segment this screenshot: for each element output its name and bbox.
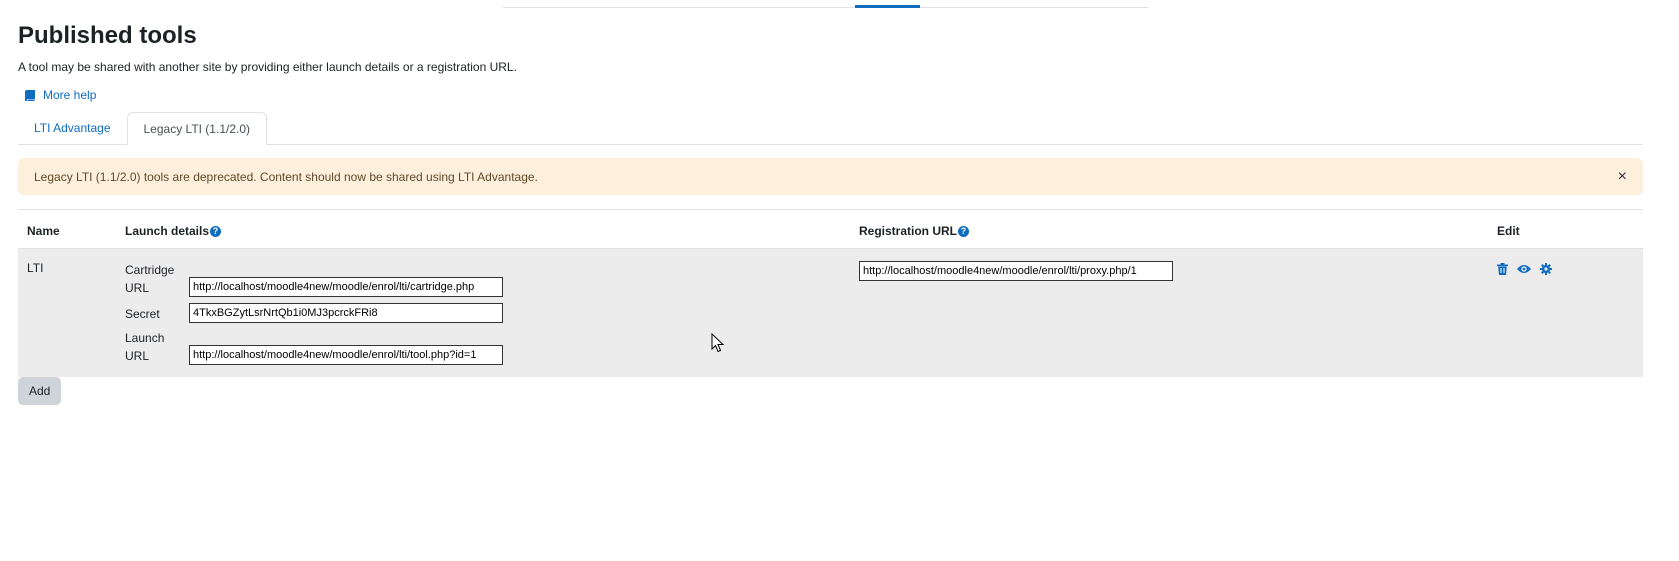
mouse-cursor-icon	[711, 333, 725, 353]
tools-table: Name Launch details? Registration URL? E…	[18, 209, 1643, 377]
header-launch-label: Launch details	[125, 224, 210, 238]
edit-cell	[1488, 248, 1643, 377]
trash-icon[interactable]	[1497, 263, 1508, 275]
secret-label: Secret	[125, 307, 160, 321]
intro-text: A tool may be shared with another site b…	[18, 60, 517, 74]
help-icon[interactable]: ?	[210, 226, 222, 238]
cartridge-url-label: Cartridge URL	[125, 263, 175, 295]
launch-url-label: Launch URL	[125, 331, 165, 363]
more-help-label[interactable]: More help	[43, 88, 96, 102]
header-name[interactable]: Name	[18, 209, 116, 249]
secret-field[interactable]	[189, 303, 503, 323]
top-nav-border	[503, 7, 1148, 8]
page-title: Published tools	[18, 22, 197, 49]
close-icon[interactable]: ×	[1618, 168, 1627, 186]
table-row: LTI Cartridge URL Secret Launch URL	[18, 248, 1643, 377]
book-icon	[25, 89, 35, 101]
header-registration-url: Registration URL?	[850, 209, 1488, 249]
header-registration-label: Registration URL	[859, 224, 958, 238]
registration-url-field[interactable]	[859, 261, 1173, 281]
more-help-link[interactable]: More help	[25, 88, 1643, 102]
header-edit: Edit	[1488, 209, 1643, 249]
eye-icon[interactable]	[1517, 264, 1531, 274]
gear-icon[interactable]	[1540, 263, 1552, 275]
tool-name: LTI	[18, 248, 116, 377]
deprecation-alert: Legacy LTI (1.1/2.0) tools are deprecate…	[18, 158, 1643, 195]
tab-legacy-lti[interactable]: Legacy LTI (1.1/2.0)	[126, 112, 267, 145]
top-nav-active-indicator	[855, 5, 920, 8]
table-header-row: Name Launch details? Registration URL? E…	[18, 209, 1643, 249]
help-icon[interactable]: ?	[958, 226, 970, 238]
launch-url-field[interactable]	[189, 345, 503, 365]
page-content: Published tools A tool may be shared wit…	[18, 20, 1643, 405]
registration-url-cell	[850, 248, 1488, 377]
tab-lti-advantage[interactable]: LTI Advantage	[18, 112, 127, 144]
launch-details-cell: Cartridge URL Secret Launch URL	[116, 248, 850, 377]
cartridge-url-field[interactable]	[189, 277, 503, 297]
alert-message: Legacy LTI (1.1/2.0) tools are deprecate…	[34, 169, 538, 184]
tab-bar: LTI Advantage Legacy LTI (1.1/2.0)	[18, 112, 1643, 145]
header-launch-details: Launch details?	[116, 209, 850, 249]
add-button[interactable]: Add	[18, 377, 62, 405]
